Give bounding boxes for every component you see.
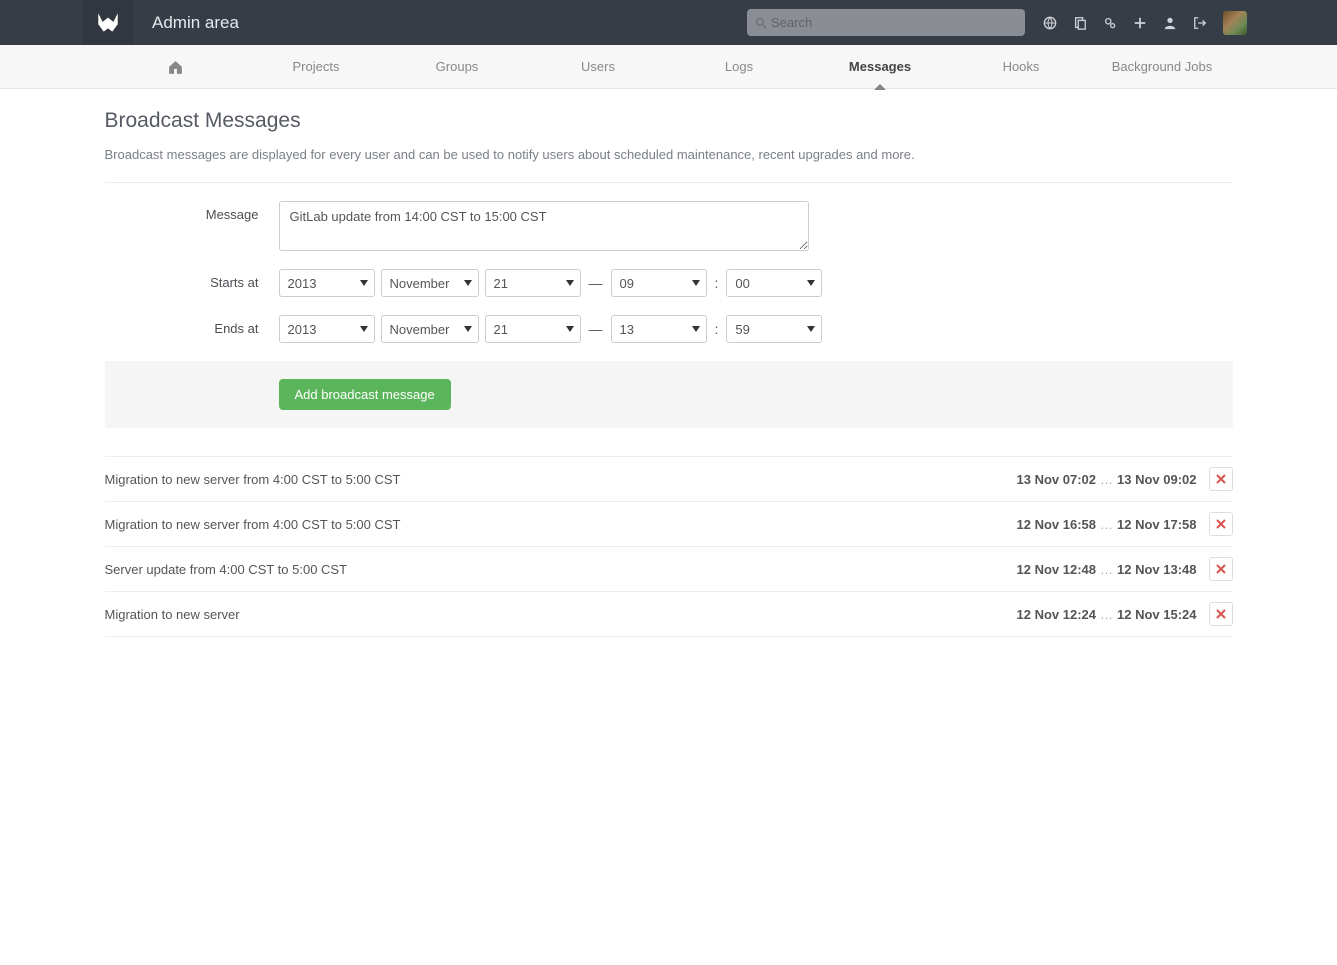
- colon-separator: :: [715, 275, 719, 291]
- message-row: Migration to new server from 4:00 CST to…: [105, 456, 1233, 502]
- close-icon: [1216, 474, 1226, 484]
- starts-min-select[interactable]: 00: [726, 269, 822, 297]
- delete-button[interactable]: [1209, 602, 1233, 626]
- user-icon[interactable]: [1163, 16, 1177, 30]
- globe-icon[interactable]: [1043, 16, 1057, 30]
- close-icon: [1216, 564, 1226, 574]
- message-start: 13 Nov 07:02: [1017, 472, 1097, 487]
- message-dates: 13 Nov 07:02 … 13 Nov 09:02: [1017, 472, 1197, 487]
- navbar: Projects Groups Users Logs Messages Hook…: [0, 45, 1337, 89]
- message-start: 12 Nov 12:24: [1017, 607, 1097, 622]
- message-row: Server update from 4:00 CST to 5:00 CST1…: [105, 547, 1233, 592]
- add-broadcast-button[interactable]: Add broadcast message: [279, 379, 451, 410]
- label-message: Message: [105, 201, 279, 222]
- close-icon: [1216, 519, 1226, 529]
- cogs-icon[interactable]: [1103, 16, 1117, 30]
- messages-list: Migration to new server from 4:00 CST to…: [105, 456, 1233, 637]
- ellipsis: …: [1100, 472, 1113, 487]
- ends-min-select[interactable]: 59: [726, 315, 822, 343]
- form-actions: Add broadcast message: [105, 361, 1233, 428]
- message-start: 12 Nov 12:48: [1017, 562, 1097, 577]
- sign-out-icon[interactable]: [1193, 16, 1207, 30]
- message-input[interactable]: [279, 201, 809, 251]
- delete-button[interactable]: [1209, 467, 1233, 491]
- message-text: Migration to new server from 4:00 CST to…: [105, 472, 1017, 487]
- message-dates: 12 Nov 12:48 … 12 Nov 13:48: [1017, 562, 1197, 577]
- nav-projects[interactable]: Projects: [246, 45, 387, 89]
- message-dates: 12 Nov 16:58 … 12 Nov 17:58: [1017, 517, 1197, 532]
- fox-icon: [95, 10, 121, 36]
- starts-month-select[interactable]: November: [381, 269, 479, 297]
- page-description: Broadcast messages are displayed for eve…: [105, 147, 1233, 162]
- search-input[interactable]: [771, 15, 1017, 30]
- plus-icon[interactable]: [1133, 16, 1147, 30]
- message-text: Migration to new server from 4:00 CST to…: [105, 517, 1017, 532]
- ends-day-select[interactable]: 21: [485, 315, 581, 343]
- avatar[interactable]: [1223, 11, 1247, 35]
- message-end: 12 Nov 17:58: [1117, 517, 1197, 532]
- delete-button[interactable]: [1209, 557, 1233, 581]
- label-starts: Starts at: [105, 269, 279, 290]
- ellipsis: …: [1100, 562, 1113, 577]
- paste-icon[interactable]: [1073, 16, 1087, 30]
- nav-hooks[interactable]: Hooks: [951, 45, 1092, 89]
- broadcast-form: Message Starts at 2013 November 21 — 09 …: [105, 201, 1233, 428]
- delete-button[interactable]: [1209, 512, 1233, 536]
- page-title: Broadcast Messages: [105, 109, 1233, 133]
- message-end: 12 Nov 15:24: [1117, 607, 1197, 622]
- dash-separator: —: [589, 275, 603, 291]
- message-row: Migration to new server from 4:00 CST to…: [105, 502, 1233, 547]
- search-icon: [755, 17, 767, 29]
- message-row: Migration to new server12 Nov 12:24 … 12…: [105, 592, 1233, 637]
- topbar-icons: [1043, 11, 1247, 35]
- topbar: Admin area: [0, 0, 1337, 45]
- message-dates: 12 Nov 12:24 … 12 Nov 15:24: [1017, 607, 1197, 622]
- content: Broadcast Messages Broadcast messages ar…: [105, 89, 1233, 637]
- nav-background-jobs[interactable]: Background Jobs: [1092, 45, 1233, 89]
- colon-separator: :: [715, 321, 719, 337]
- ellipsis: …: [1100, 607, 1113, 622]
- ellipsis: …: [1100, 517, 1113, 532]
- starts-hour-select[interactable]: 09: [611, 269, 707, 297]
- nav-groups[interactable]: Groups: [387, 45, 528, 89]
- nav-logs[interactable]: Logs: [669, 45, 810, 89]
- app-logo[interactable]: [82, 0, 134, 45]
- message-end: 13 Nov 09:02: [1117, 472, 1197, 487]
- topbar-title: Admin area: [152, 13, 239, 33]
- ends-year-select[interactable]: 2013: [279, 315, 375, 343]
- divider: [105, 182, 1233, 183]
- message-end: 12 Nov 13:48: [1117, 562, 1197, 577]
- home-icon: [167, 59, 184, 76]
- message-start: 12 Nov 16:58: [1017, 517, 1097, 532]
- starts-year-select[interactable]: 2013: [279, 269, 375, 297]
- close-icon: [1216, 609, 1226, 619]
- search-box[interactable]: [747, 9, 1025, 36]
- ends-hour-select[interactable]: 13: [611, 315, 707, 343]
- message-text: Server update from 4:00 CST to 5:00 CST: [105, 562, 1017, 577]
- nav-messages[interactable]: Messages: [810, 45, 951, 89]
- dash-separator: —: [589, 321, 603, 337]
- nav-home[interactable]: [105, 45, 246, 89]
- starts-day-select[interactable]: 21: [485, 269, 581, 297]
- label-ends: Ends at: [105, 315, 279, 336]
- ends-month-select[interactable]: November: [381, 315, 479, 343]
- message-text: Migration to new server: [105, 607, 1017, 622]
- nav-users[interactable]: Users: [528, 45, 669, 89]
